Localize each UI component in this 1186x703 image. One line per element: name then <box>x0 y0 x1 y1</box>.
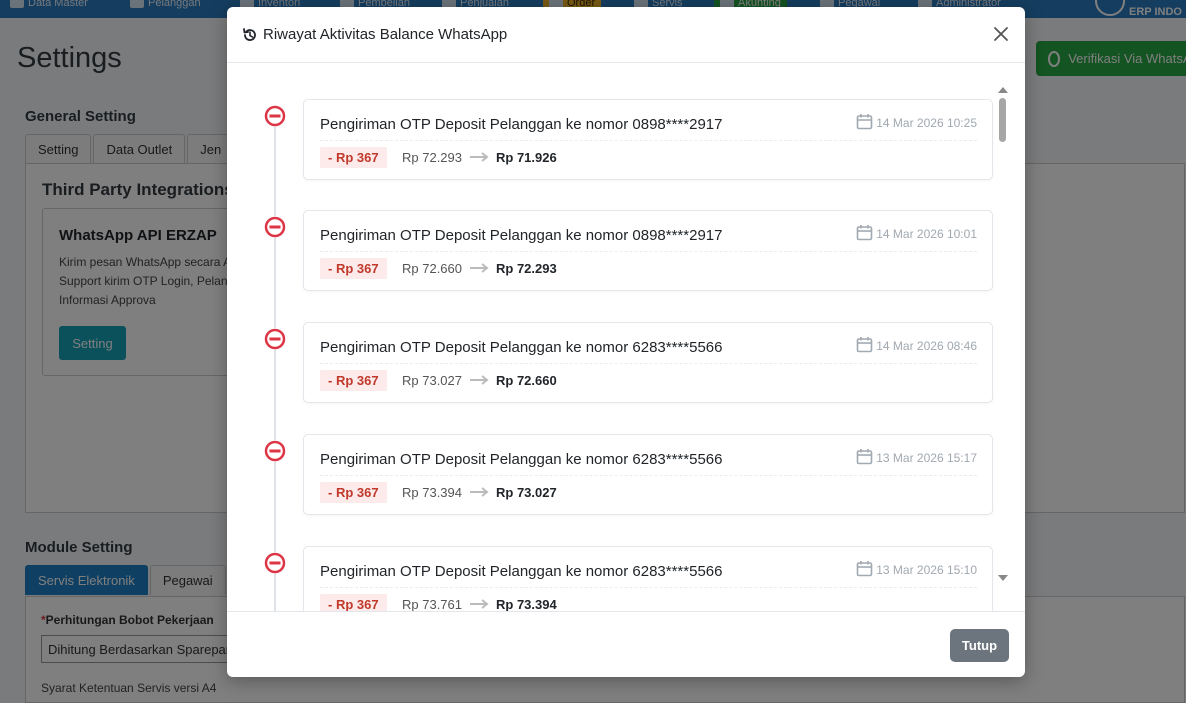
activity-card: Pengiriman OTP Deposit Pelanggan ke nomo… <box>303 99 993 180</box>
card-divider <box>320 140 977 141</box>
debit-amount-badge: - Rp 367 <box>320 258 387 279</box>
card-divider <box>320 587 977 588</box>
activity-card: Pengiriman OTP Deposit Pelanggan ke nomo… <box>303 210 993 291</box>
activity-date: 14 Mar 2026 10:01 <box>856 224 977 244</box>
calendar-icon <box>856 224 873 244</box>
activity-description: Pengiriman OTP Deposit Pelanggan ke nomo… <box>320 339 723 356</box>
calendar-icon <box>856 448 873 468</box>
timeline-item: Pengiriman OTP Deposit Pelanggan ke nomo… <box>227 322 997 404</box>
minus-circle-icon <box>264 440 286 462</box>
debit-amount-badge: - Rp 367 <box>320 594 387 611</box>
modal-title: Riwayat Aktivitas Balance WhatsApp <box>263 26 508 43</box>
timeline-item: Pengiriman OTP Deposit Pelanggan ke nomo… <box>227 210 997 292</box>
minus-circle-icon <box>264 216 286 238</box>
activity-date: 14 Mar 2026 10:25 <box>856 113 977 133</box>
debit-amount-badge: - Rp 367 <box>320 370 387 391</box>
timeline-item: Pengiriman OTP Deposit Pelanggan ke nomo… <box>227 434 997 516</box>
balance-change: Rp 73.027 Rp 72.660 <box>402 373 557 388</box>
card-divider <box>320 363 977 364</box>
activity-card: Pengiriman OTP Deposit Pelanggan ke nomo… <box>303 322 993 403</box>
arrow-right-icon <box>469 150 489 165</box>
balance-change: Rp 73.394 Rp 73.027 <box>402 485 557 500</box>
balance-change: Rp 72.293 Rp 71.926 <box>402 150 557 165</box>
scroll-up-arrow-icon[interactable] <box>998 87 1008 93</box>
history-icon <box>242 27 258 43</box>
tutup-button[interactable]: Tutup <box>950 629 1009 662</box>
timeline-item: Pengiriman OTP Deposit Pelanggan ke nomo… <box>227 99 997 181</box>
minus-circle-icon <box>264 328 286 350</box>
scroll-down-arrow-icon[interactable] <box>998 575 1008 581</box>
activity-date: 13 Mar 2026 15:17 <box>856 448 977 468</box>
activity-description: Pengiriman OTP Deposit Pelanggan ke nomo… <box>320 451 723 468</box>
activity-description: Pengiriman OTP Deposit Pelanggan ke nomo… <box>320 116 723 133</box>
close-icon[interactable] <box>991 24 1011 44</box>
balance-change: Rp 72.660 Rp 72.293 <box>402 261 557 276</box>
arrow-right-icon <box>469 373 489 388</box>
activity-date: 14 Mar 2026 08:46 <box>856 336 977 356</box>
activity-date: 13 Mar 2026 15:10 <box>856 560 977 580</box>
minus-circle-icon <box>264 105 286 127</box>
minus-circle-icon <box>264 552 286 574</box>
arrow-right-icon <box>469 261 489 276</box>
debit-amount-badge: - Rp 367 <box>320 482 387 503</box>
calendar-icon <box>856 113 873 133</box>
modal-header: Riwayat Aktivitas Balance WhatsApp <box>227 7 1025 63</box>
activity-card: Pengiriman OTP Deposit Pelanggan ke nomo… <box>303 546 993 611</box>
activity-card: Pengiriman OTP Deposit Pelanggan ke nomo… <box>303 434 993 515</box>
calendar-icon <box>856 336 873 356</box>
debit-amount-badge: - Rp 367 <box>320 147 387 168</box>
balance-change: Rp 73.761 Rp 73.394 <box>402 597 557 611</box>
modal-footer: Tutup <box>227 611 1025 677</box>
scroll-thumb[interactable] <box>999 98 1006 142</box>
card-divider <box>320 251 977 252</box>
balance-history-modal: Riwayat Aktivitas Balance WhatsApp Pengi… <box>227 7 1025 677</box>
modal-scrollbar[interactable] <box>997 87 1008 581</box>
activity-description: Pengiriman OTP Deposit Pelanggan ke nomo… <box>320 227 723 244</box>
arrow-right-icon <box>469 597 489 611</box>
arrow-right-icon <box>469 485 489 500</box>
card-divider <box>320 475 977 476</box>
modal-body[interactable]: Pengiriman OTP Deposit Pelanggan ke nomo… <box>227 63 1025 611</box>
calendar-icon <box>856 560 873 580</box>
activity-description: Pengiriman OTP Deposit Pelanggan ke nomo… <box>320 563 723 580</box>
timeline-item: Pengiriman OTP Deposit Pelanggan ke nomo… <box>227 546 997 611</box>
